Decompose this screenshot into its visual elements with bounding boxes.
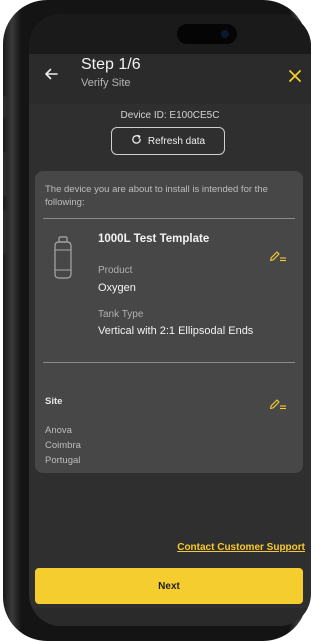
app-header: Step 1/6 Verify Site <box>29 54 311 104</box>
divider <box>43 362 295 363</box>
refresh-icon <box>131 134 142 148</box>
device-id: Device ID: E100CE5C <box>120 110 220 121</box>
refresh-data-label: Refresh data <box>147 135 206 147</box>
next-button-label: Next <box>158 580 180 592</box>
status-bar <box>29 14 311 54</box>
dynamic-island <box>177 24 237 44</box>
site-line: Anova <box>45 425 72 436</box>
edit-site-icon[interactable] <box>269 397 287 410</box>
screen: Step 1/6 Verify Site Device ID: E100CE5C… <box>29 14 311 626</box>
install-target-card: The device you are about to install is i… <box>35 171 303 473</box>
product-label: Product <box>98 265 133 276</box>
step-subtitle: Verify Site <box>81 77 131 89</box>
refresh-data-button[interactable]: Refresh data <box>111 127 225 155</box>
template-name: 1000L Test Template <box>98 233 210 245</box>
step-title: Step 1/6 <box>81 56 141 73</box>
divider <box>43 218 295 219</box>
site-line: Coimbra <box>45 440 81 451</box>
site-label: Site <box>45 396 63 407</box>
edit-template-icon[interactable] <box>269 249 287 262</box>
bottom-bar <box>29 608 311 626</box>
tank-type-label: Tank Type <box>98 309 144 320</box>
tank-icon <box>51 236 75 284</box>
product-value: Oxygen <box>98 282 136 294</box>
tank-type-value: Vertical with 2:1 Ellipsodal Ends <box>98 325 254 337</box>
side-button-volume-down <box>3 210 7 254</box>
side-button-action <box>3 96 7 118</box>
site-line: Portugal <box>45 455 81 466</box>
contact-support-link[interactable]: Contact Customer Support <box>177 542 305 553</box>
back-arrow-icon[interactable] <box>43 64 63 88</box>
phone-frame: Step 1/6 Verify Site Device ID: E100CE5C… <box>3 0 311 641</box>
close-icon[interactable] <box>287 68 303 84</box>
card-intro-text: The device you are about to install is i… <box>45 184 268 208</box>
side-button-volume-up <box>3 152 7 196</box>
next-button[interactable]: Next <box>35 568 303 604</box>
camera-icon <box>221 30 229 38</box>
